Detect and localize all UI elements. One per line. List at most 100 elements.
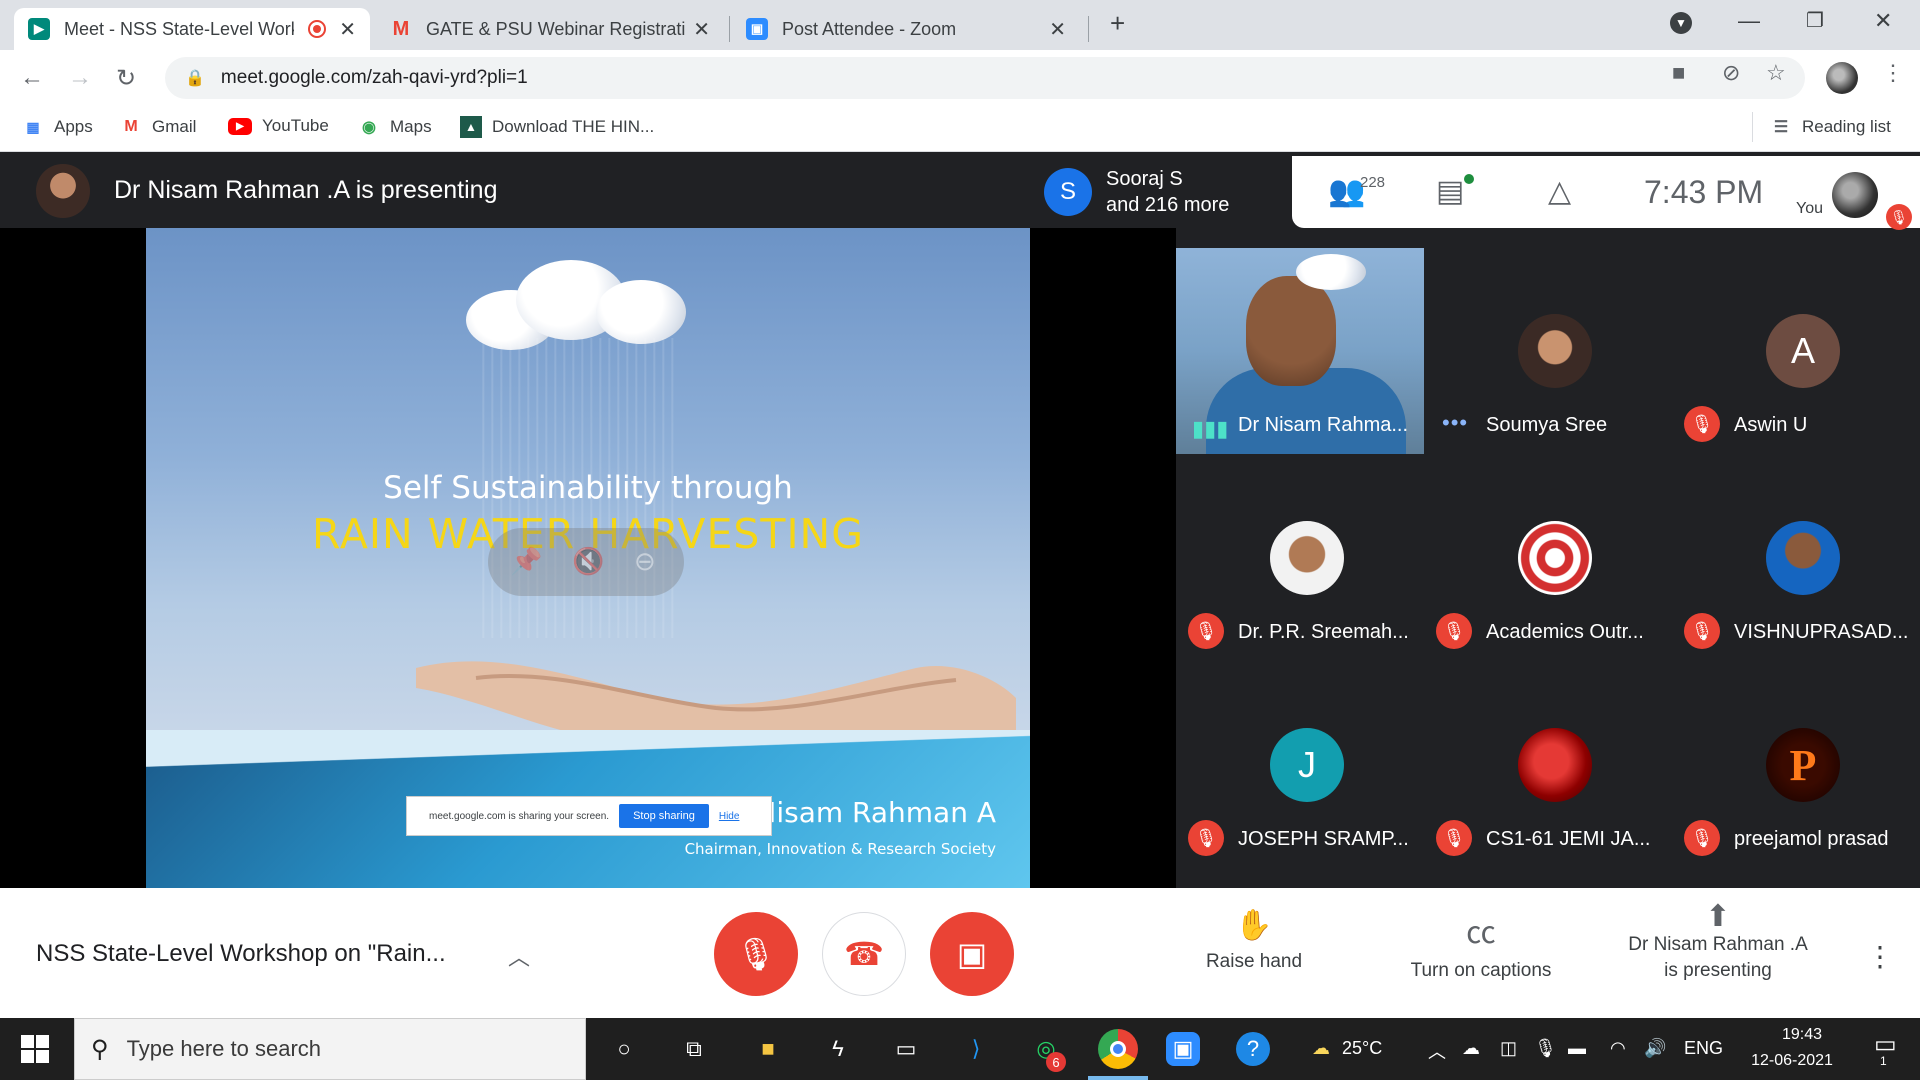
task-view-icon[interactable]: ⧉: [677, 1032, 711, 1066]
bookmark-label: Maps: [390, 117, 432, 136]
mic-off-icon: 🎙: [735, 936, 777, 972]
close-tab-icon[interactable]: ✕: [1049, 17, 1066, 42]
participant-tile[interactable]: 🎙 Dr. P.R. Sreemah...: [1176, 455, 1424, 661]
terminal-icon[interactable]: ▭: [889, 1032, 923, 1066]
meeting-clock: 7:43 PM: [1644, 174, 1764, 210]
taskbar-time[interactable]: 19:43: [1762, 1026, 1842, 1044]
captions-button[interactable]: ㏄ Turn on captions: [1398, 908, 1564, 982]
search-placeholder: Type here to search: [126, 1036, 322, 1061]
pin-icon[interactable]: 📌: [510, 546, 542, 577]
tile-hover-controls[interactable]: 📌 🔇 ⊖: [488, 528, 684, 596]
participant-tile[interactable]: 🎙 CS1-61 JEMI JA...: [1424, 662, 1672, 868]
onedrive-icon[interactable]: ☁: [1462, 1038, 1480, 1059]
bookmark-gmail[interactable]: M Gmail: [120, 116, 196, 138]
profile-avatar[interactable]: [1826, 62, 1858, 94]
bookmark-maps[interactable]: ◉ Maps: [358, 116, 432, 138]
minimize-icon[interactable]: —: [1738, 8, 1760, 34]
participant-tile[interactable]: ••• Soumya Sree: [1424, 248, 1672, 454]
presentation-status-button[interactable]: ⬆ Dr Nisam Rahman .A is presenting: [1618, 902, 1818, 984]
tray-chevron-icon[interactable]: ︿: [1428, 1038, 1446, 1064]
remove-icon[interactable]: ⊖: [634, 546, 656, 577]
chat-icon[interactable]: ▤: [1436, 174, 1464, 209]
leave-call-button[interactable]: ☎: [822, 912, 906, 996]
cortana-icon[interactable]: ○: [607, 1032, 641, 1066]
turn-on-camera-button[interactable]: ▣: [930, 912, 1014, 996]
participant-avatar: P: [1766, 728, 1840, 802]
app-bolt-icon[interactable]: ϟ: [821, 1032, 855, 1066]
help-icon[interactable]: ?: [1236, 1032, 1270, 1066]
bookmark-youtube[interactable]: ▶ YouTube: [228, 116, 329, 136]
unmute-mic-button[interactable]: 🎙: [714, 912, 798, 996]
wifi-icon[interactable]: ◠: [1610, 1038, 1626, 1059]
participant-avatar: A: [1766, 314, 1840, 388]
meeting-title[interactable]: NSS State-Level Workshop on "Rain...: [36, 940, 446, 968]
bookmark-label: Gmail: [152, 117, 197, 136]
participant-tile[interactable]: P 🎙 preejamol prasad: [1672, 662, 1920, 868]
language-indicator[interactable]: ENG: [1684, 1038, 1723, 1059]
participant-name: CS1-61 JEMI JA...: [1486, 828, 1651, 850]
close-tab-icon[interactable]: ✕: [339, 17, 356, 42]
raise-hand-button[interactable]: ✋ Raise hand: [1196, 908, 1312, 973]
raise-hand-icon: ✋: [1235, 909, 1273, 942]
participant-tile[interactable]: 🎙 Academics Outr...: [1424, 455, 1672, 661]
participant-avatar: [1518, 314, 1592, 388]
tab-title: GATE & PSU Webinar Registratio: [426, 18, 686, 39]
hide-share-notice-link[interactable]: Hide: [719, 811, 740, 822]
vscode-icon[interactable]: ⟩: [959, 1032, 993, 1066]
bookmarks-bar: ▦ Apps M Gmail ▶ YouTube ◉ Maps ▲ Downlo…: [0, 106, 1920, 152]
file-explorer-icon[interactable]: ■: [751, 1032, 785, 1066]
bookmark-star-icon[interactable]: ☆: [1766, 60, 1786, 86]
windows-start-icon[interactable]: [20, 1034, 50, 1064]
bookmark-apps[interactable]: ▦ Apps: [22, 116, 93, 138]
participant-tile[interactable]: ▮▮▮ Dr Nisam Rahma...: [1176, 248, 1424, 454]
camera-in-use-icon[interactable]: ■: [1672, 60, 1685, 86]
more-options-icon[interactable]: •••: [1442, 410, 1468, 436]
weather-temperature[interactable]: 25°C: [1342, 1038, 1382, 1059]
microphone-icon[interactable]: 🎙: [1534, 1038, 1557, 1059]
reading-list-button[interactable]: ☰ Reading list: [1770, 116, 1891, 138]
chrome-menu-icon[interactable]: ⋮: [1882, 60, 1904, 86]
self-muted-icon: 🎙: [1886, 204, 1912, 230]
blocked-popup-icon[interactable]: ⊘: [1722, 60, 1740, 86]
new-tab-icon[interactable]: +: [1110, 8, 1125, 39]
address-bar[interactable]: 🔒 meet.google.com/zah-qavi-yrd?pli=1: [165, 57, 1805, 99]
bookmark-download-hin[interactable]: ▲ Download THE HIN...: [460, 116, 654, 138]
device-icon[interactable]: ◫: [1500, 1038, 1517, 1059]
more-options-icon[interactable]: ⋮: [1866, 940, 1894, 973]
recording-indicator-icon: [308, 20, 326, 38]
back-icon[interactable]: ←: [20, 64, 44, 92]
zoom-taskbar-icon[interactable]: ▣: [1166, 1032, 1200, 1066]
activities-icon[interactable]: △: [1548, 174, 1571, 209]
chevron-up-icon[interactable]: ︿: [508, 940, 530, 972]
youtube-icon: ▶: [228, 117, 252, 135]
volume-icon[interactable]: 🔊: [1644, 1038, 1666, 1059]
participant-tile[interactable]: 🎙 VISHNUPRASAD...: [1672, 455, 1920, 661]
taskbar-date[interactable]: 12-06-2021: [1742, 1052, 1842, 1070]
close-tab-icon[interactable]: ✕: [693, 17, 710, 42]
tab-gmail-webinar[interactable]: M GATE & PSU Webinar Registratio ✕: [376, 8, 724, 50]
chrome-taskbar-icon[interactable]: [1098, 1029, 1138, 1069]
tab-zoom[interactable]: ▣ Post Attendee - Zoom ✕: [732, 8, 1080, 50]
forward-icon[interactable]: →: [68, 64, 92, 92]
mute-icon[interactable]: 🔇: [572, 546, 604, 577]
restore-icon[interactable]: ❐: [1806, 8, 1824, 33]
stop-sharing-button[interactable]: Stop sharing: [619, 804, 709, 828]
battery-icon[interactable]: ▬: [1568, 1038, 1586, 1059]
taskbar-search-box[interactable]: ⚲ Type here to search: [74, 1018, 586, 1080]
presenting-status-line1: Dr Nisam Rahman .A: [1628, 934, 1808, 955]
participant-tile[interactable]: J 🎙 JOSEPH SRAMP...: [1176, 662, 1424, 868]
presenter-avatar: [36, 164, 90, 218]
tab-search-icon[interactable]: ▼: [1670, 12, 1692, 34]
joined-name: Sooraj S: [1106, 168, 1183, 190]
close-window-icon[interactable]: ✕: [1874, 8, 1892, 34]
self-avatar[interactable]: [1832, 172, 1878, 218]
participant-avatar: [1270, 521, 1344, 595]
windows-taskbar: ⚲ Type here to search ○ ⧉ ■ ϟ ▭ ⟩ ◎ 6 ▣ …: [0, 1018, 1920, 1080]
bookmark-label: Apps: [54, 117, 93, 136]
browser-tab-strip: ▶ Meet - NSS State-Level Work ✕ M GATE &…: [0, 0, 1920, 50]
participant-tile[interactable]: A 🎙 Aswin U: [1672, 248, 1920, 454]
weather-icon[interactable]: ☁: [1312, 1038, 1330, 1059]
speaking-indicator-icon: ▮▮▮: [1192, 416, 1229, 441]
tab-google-meet[interactable]: ▶ Meet - NSS State-Level Work ✕: [14, 8, 370, 50]
reload-icon[interactable]: ↻: [116, 64, 136, 93]
